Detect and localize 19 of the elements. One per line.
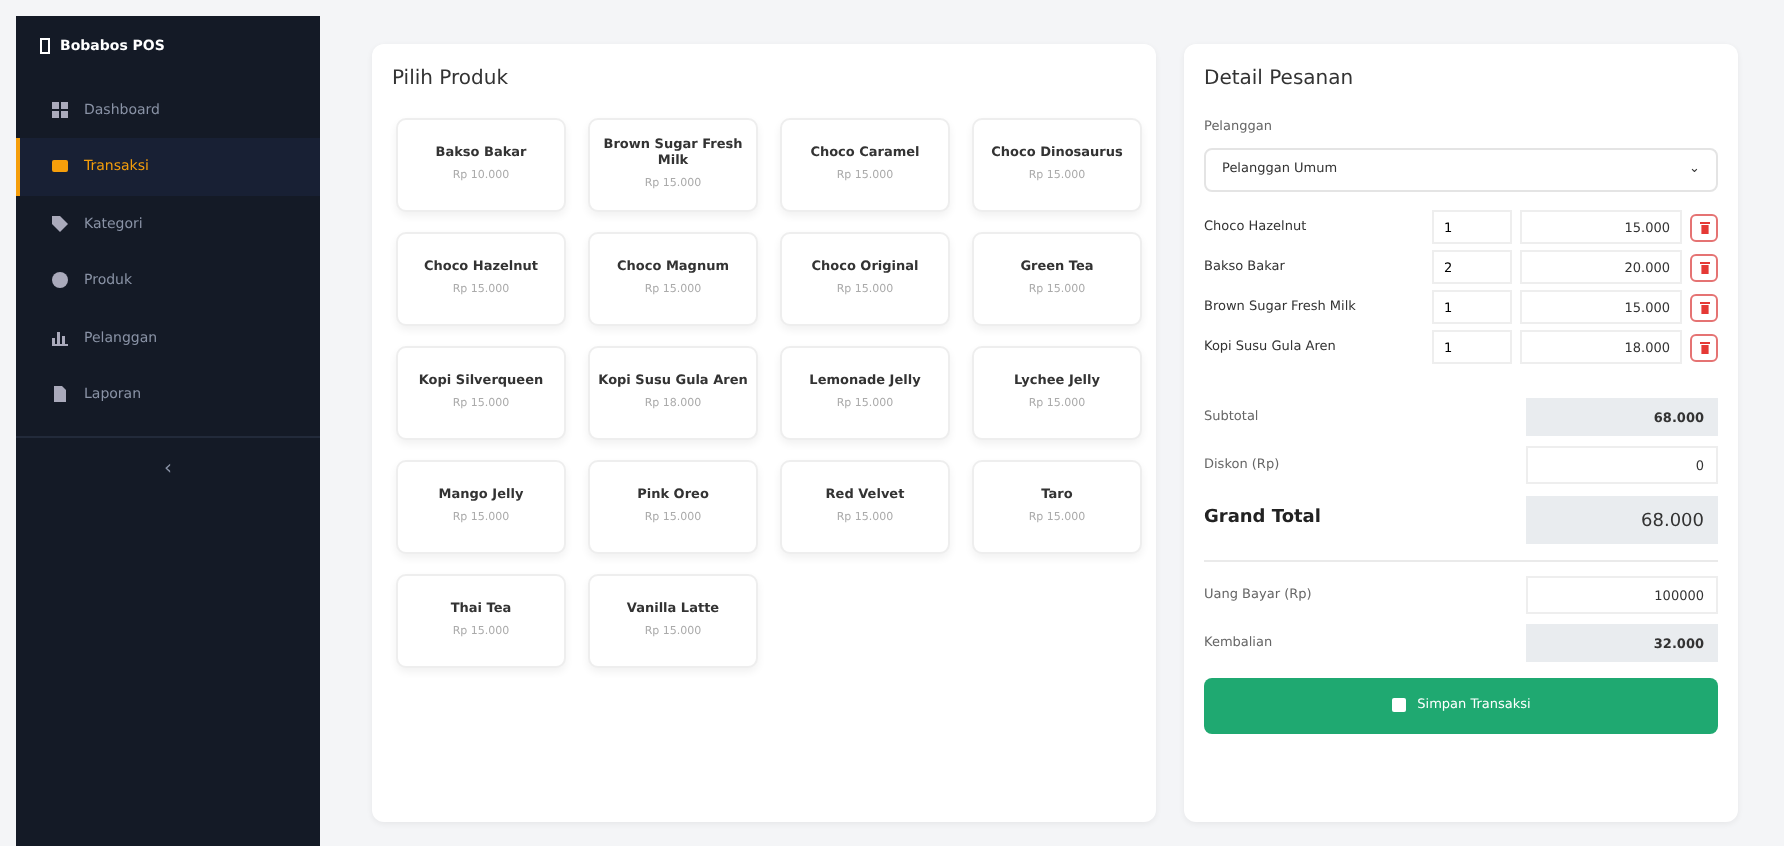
delete-button[interactable] bbox=[1690, 253, 1718, 281]
delete-button[interactable] bbox=[1690, 213, 1718, 241]
tag-icon bbox=[52, 215, 68, 232]
document-icon bbox=[52, 386, 68, 403]
delete-button[interactable] bbox=[1690, 293, 1718, 321]
trash-icon bbox=[1699, 341, 1709, 353]
logo-icon bbox=[40, 38, 50, 55]
circle-icon bbox=[52, 272, 68, 289]
chart-icon bbox=[52, 329, 68, 346]
grid-icon bbox=[52, 101, 68, 118]
delete-button[interactable] bbox=[1690, 333, 1718, 361]
trash-icon bbox=[1699, 301, 1709, 313]
field-label: Grand Total bbox=[1204, 505, 1321, 532]
panel-title: Detail Pesanan bbox=[1204, 66, 1356, 94]
value-display: 68.000 bbox=[1526, 495, 1718, 543]
trash-icon bbox=[1699, 221, 1709, 233]
trash-icon bbox=[1699, 261, 1709, 273]
panel-title: Pilih Produk bbox=[392, 66, 511, 94]
collapse-button[interactable]: ‹ bbox=[16, 435, 320, 499]
